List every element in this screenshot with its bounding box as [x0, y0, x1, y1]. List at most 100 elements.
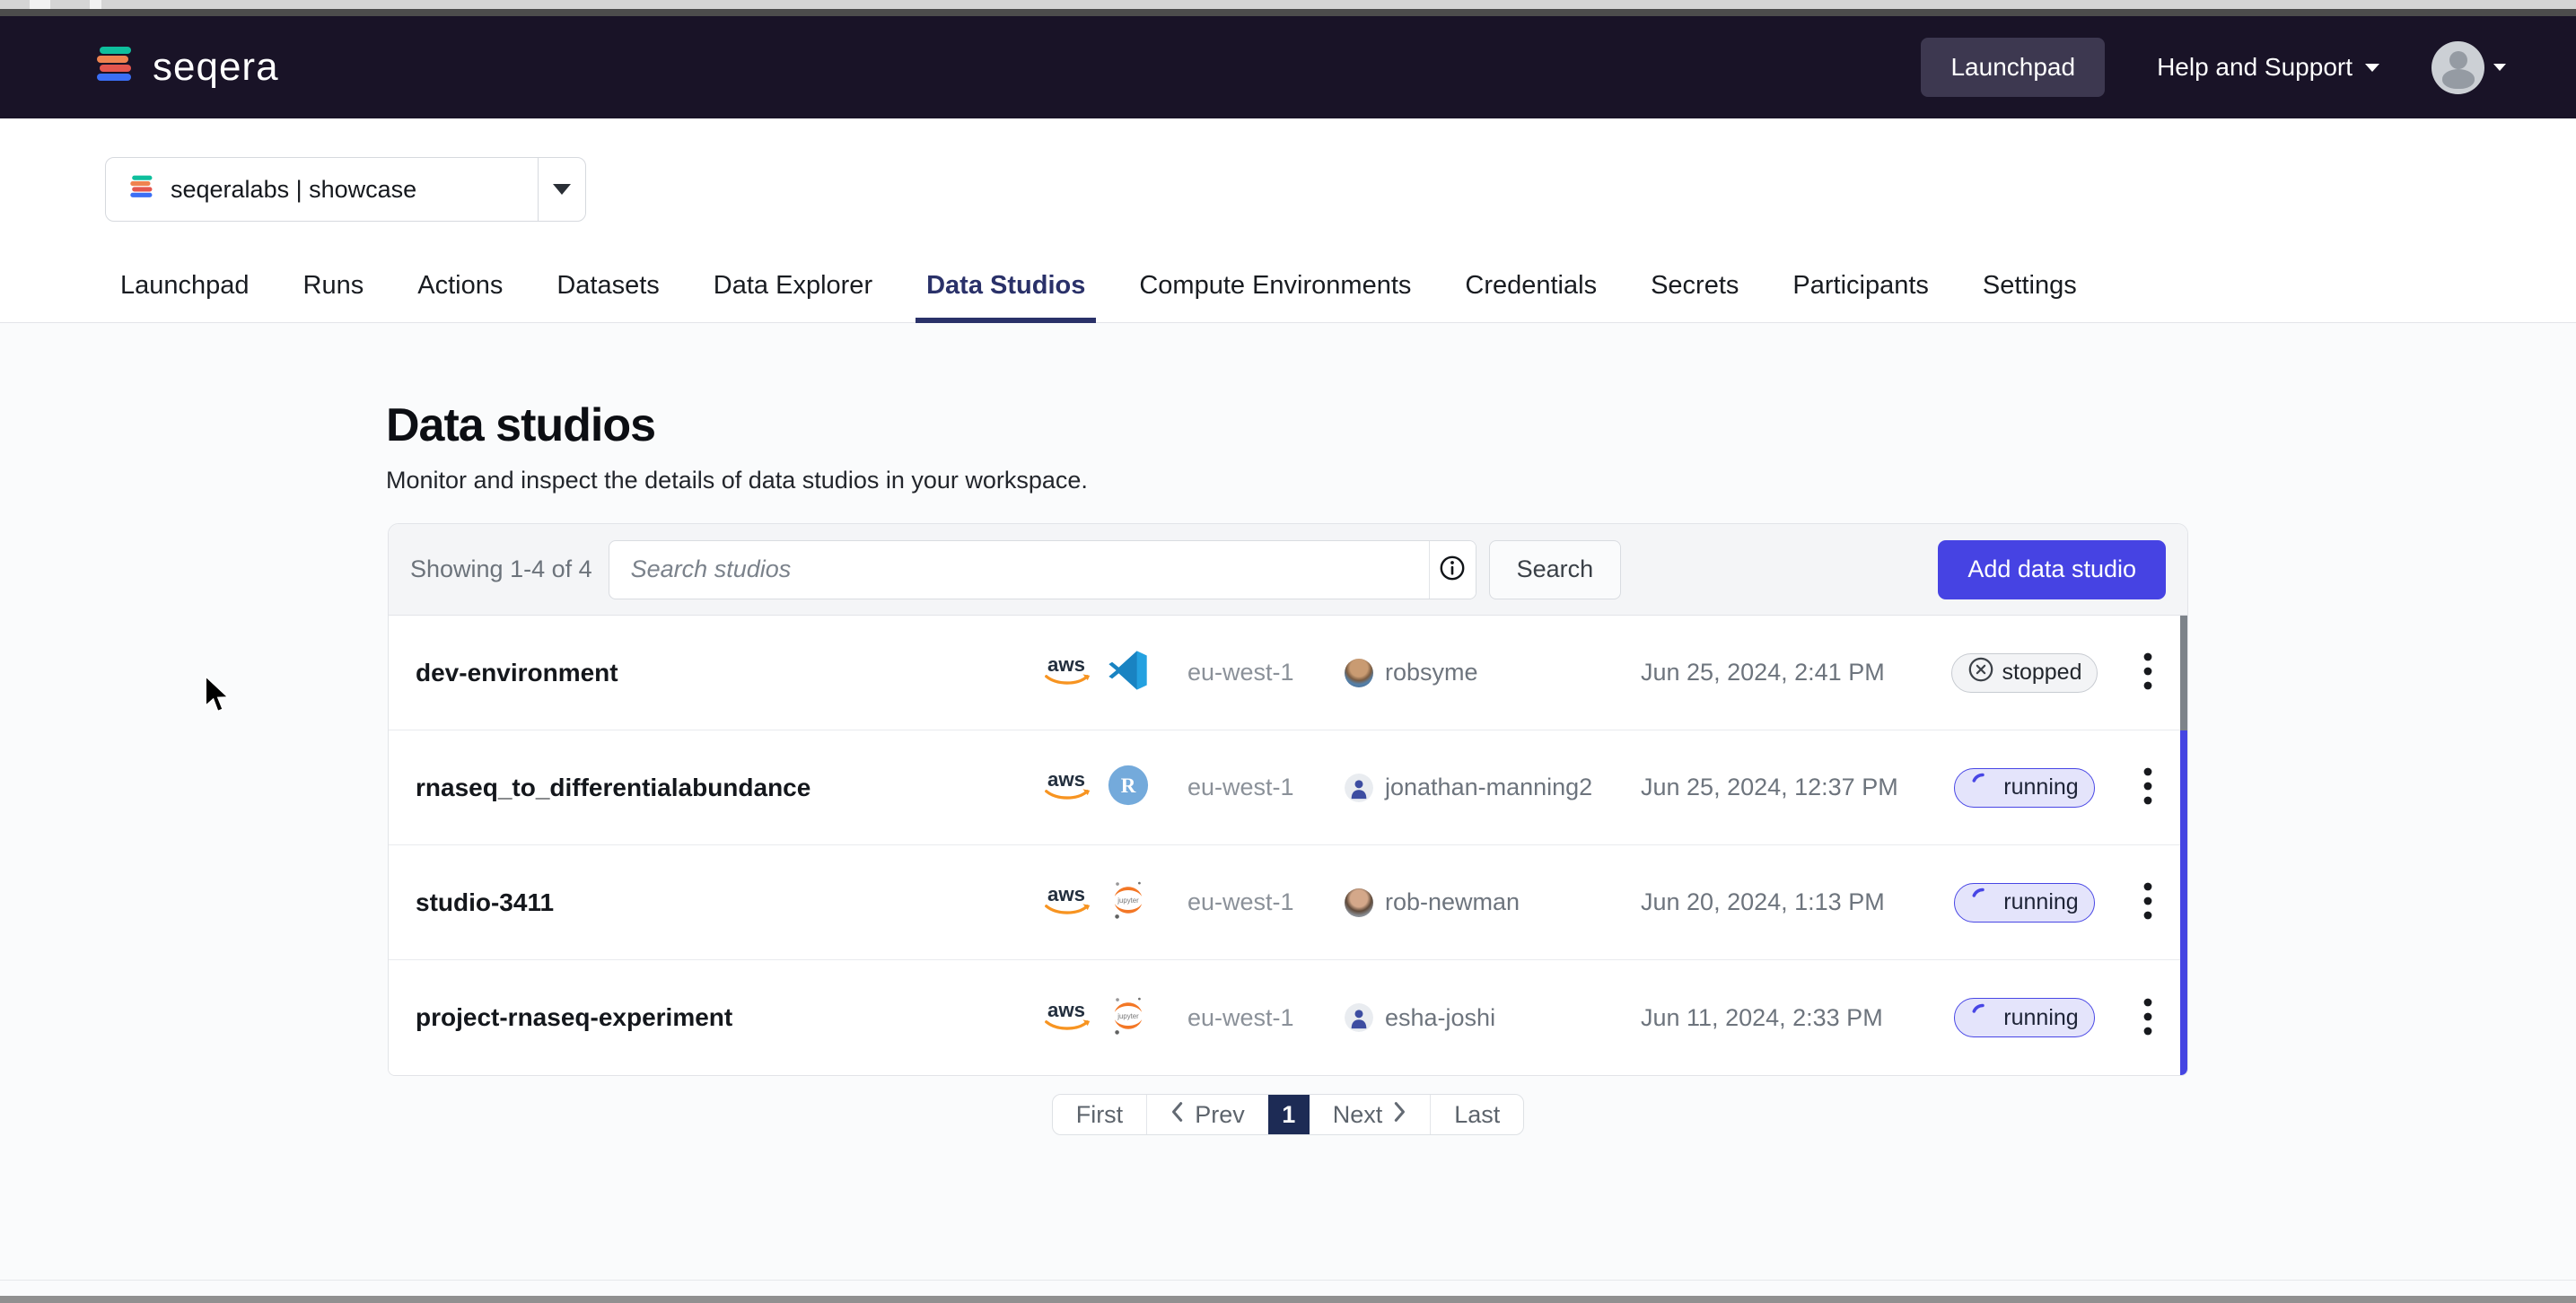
row-menu-button[interactable]	[2131, 761, 2165, 814]
svg-text:aws: aws	[1047, 653, 1085, 676]
search-input-group	[609, 540, 1476, 599]
chevron-left-icon	[1170, 1101, 1183, 1129]
tab-bar: Launchpad Runs Actions Datasets Data Explore…	[0, 267, 2576, 323]
main-content: Data studios Monitor and inspect the det…	[0, 323, 2576, 1301]
pagination-prev-label: Prev	[1195, 1101, 1245, 1129]
chevron-right-icon	[1394, 1101, 1406, 1129]
tab-settings[interactable]: Settings	[1972, 271, 2088, 322]
pagination: First Prev 1 Next Last	[1052, 1094, 1525, 1135]
caret-down-icon	[2365, 64, 2379, 72]
created-date: Jun 25, 2024, 2:41 PM	[1641, 659, 1941, 686]
brand-wordmark: seqera	[153, 45, 279, 90]
svg-text:R: R	[1121, 774, 1136, 797]
results-count: Showing 1-4 of 4	[410, 555, 592, 583]
rstudio-icon: R	[1108, 765, 1149, 810]
info-circle-icon	[1439, 555, 1466, 584]
row-status-strip	[2180, 616, 2187, 730]
row-menu-button[interactable]	[2131, 646, 2165, 699]
row-menu-button[interactable]	[2131, 876, 2165, 929]
status-badge: running	[1954, 998, 2094, 1037]
aws-icon: aws	[1039, 880, 1095, 924]
environment-icons: aws R	[1039, 765, 1187, 810]
row-status-strip	[2180, 845, 2187, 960]
status-cell: running	[1941, 998, 2107, 1037]
user-name: robsyme	[1385, 659, 1478, 686]
region-label: eu-west-1	[1187, 659, 1345, 686]
workspace-name: seqeralabs | showcase	[171, 176, 416, 204]
tab-launchpad[interactable]: Launchpad	[110, 271, 260, 322]
kebab-menu-icon	[2143, 795, 2152, 809]
tab-data-explorer[interactable]: Data Explorer	[703, 271, 883, 322]
tab-credentials[interactable]: Credentials	[1454, 271, 1608, 322]
user-cell: robsyme	[1345, 659, 1641, 687]
studio-name-link[interactable]: project-rnaseq-experiment	[416, 1003, 1039, 1032]
tab-secrets[interactable]: Secrets	[1640, 271, 1749, 322]
browser-tab-hint	[30, 0, 50, 9]
jupyter-icon: jupyter	[1108, 879, 1149, 925]
tab-participants[interactable]: Participants	[1782, 271, 1940, 322]
pagination-current-page[interactable]: 1	[1268, 1095, 1310, 1134]
user-menu[interactable]	[2431, 41, 2506, 94]
launchpad-button[interactable]: Launchpad	[1921, 38, 2105, 97]
status-cell: running	[1941, 768, 2107, 808]
stopped-circle-x-icon	[1967, 656, 1994, 689]
table-row: dev-environment aws eu-west-1 robsyme Ju…	[389, 616, 2187, 730]
studio-name-link[interactable]: rnaseq_to_differentialabundance	[416, 774, 1039, 802]
footer-divider	[0, 1280, 2576, 1281]
environment-icons: aws jupyter	[1039, 995, 1187, 1041]
svg-text:aws: aws	[1047, 768, 1085, 791]
add-data-studio-button[interactable]: Add data studio	[1938, 540, 2166, 599]
tab-runs[interactable]: Runs	[293, 271, 375, 322]
region-label: eu-west-1	[1187, 774, 1345, 801]
aws-icon: aws	[1039, 765, 1095, 809]
status-cell: running	[1941, 883, 2107, 923]
studio-table-body: dev-environment aws eu-west-1 robsyme Ju…	[389, 616, 2187, 1075]
region-label: eu-west-1	[1187, 888, 1345, 916]
user-avatar	[1345, 1003, 1373, 1032]
svg-text:jupyter: jupyter	[1117, 1011, 1139, 1019]
search-input[interactable]	[609, 541, 1429, 599]
page-title: Data studios	[386, 323, 2576, 449]
page-subtitle: Monitor and inspect the details of data …	[386, 467, 2576, 494]
tab-data-studios[interactable]: Data Studios	[916, 271, 1096, 323]
status-cell: stopped	[1941, 653, 2107, 693]
browser-tab-hint	[90, 0, 101, 9]
help-menu-label: Help and Support	[2157, 53, 2353, 82]
aws-icon: aws	[1039, 651, 1095, 695]
studios-panel: Showing 1-4 of 4 Search Add data studio	[388, 523, 2188, 1076]
pagination-next[interactable]: Next	[1310, 1095, 1431, 1134]
environment-icons: aws	[1039, 650, 1187, 695]
user-name: esha-joshi	[1385, 1004, 1495, 1032]
tab-actions[interactable]: Actions	[407, 271, 513, 322]
pagination-prev[interactable]: Prev	[1147, 1095, 1268, 1134]
kebab-menu-icon	[2143, 910, 2152, 923]
pagination-next-label: Next	[1333, 1101, 1383, 1129]
studio-name-link[interactable]: studio-3411	[416, 888, 1039, 917]
running-spinner-icon	[1970, 887, 1995, 918]
seqera-brand-link[interactable]: seqera	[95, 45, 279, 90]
status-label: running	[2003, 889, 2078, 915]
seqera-logo-icon	[95, 46, 135, 90]
caret-down-icon	[553, 184, 571, 195]
table-row: rnaseq_to_differentialabundance aws R eu…	[389, 730, 2187, 845]
browser-chrome-bar	[0, 9, 2576, 16]
tab-datasets[interactable]: Datasets	[546, 271, 670, 322]
pagination-last[interactable]: Last	[1430, 1095, 1523, 1134]
user-cell: rob-newman	[1345, 888, 1641, 917]
row-menu-button[interactable]	[2131, 992, 2165, 1045]
pagination-first[interactable]: First	[1053, 1095, 1147, 1134]
workspace-selector[interactable]: seqeralabs | showcase	[105, 157, 586, 222]
help-and-support-menu[interactable]: Help and Support	[2157, 53, 2379, 82]
status-label: running	[2003, 774, 2078, 800]
region-label: eu-west-1	[1187, 1004, 1345, 1032]
user-cell: esha-joshi	[1345, 1003, 1641, 1032]
tab-compute-environments[interactable]: Compute Environments	[1128, 271, 1422, 322]
browser-chrome-top	[0, 0, 2576, 9]
user-avatar	[1345, 888, 1373, 917]
search-info-button[interactable]	[1429, 541, 1476, 599]
studio-name-link[interactable]: dev-environment	[416, 659, 1039, 687]
running-spinner-icon	[1970, 772, 1995, 803]
search-button[interactable]: Search	[1489, 540, 1622, 599]
workspace-caret-button[interactable]	[538, 158, 585, 221]
svg-text:jupyter: jupyter	[1117, 896, 1139, 905]
